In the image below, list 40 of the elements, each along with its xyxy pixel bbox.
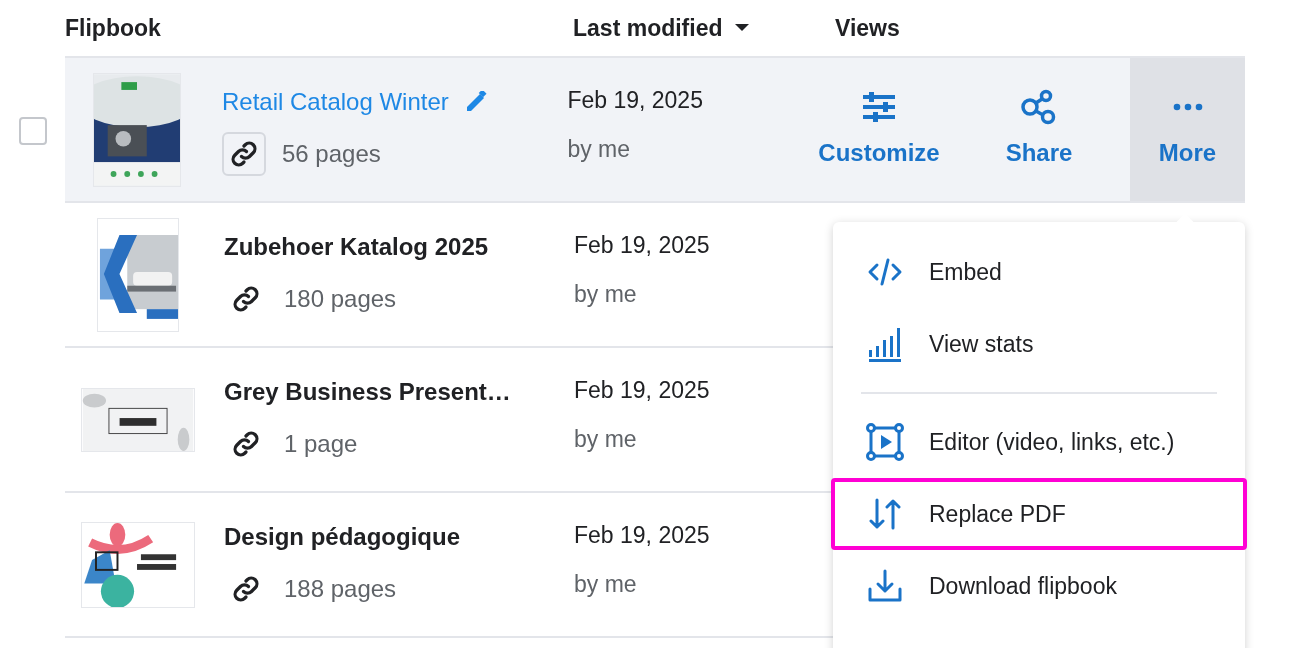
page-count: 188 pages [284,573,397,604]
owner-text: by me [574,279,638,309]
swap-arrows-icon [867,497,903,531]
video-frame-icon [866,423,904,461]
link-icon [231,573,261,604]
more-icon [1172,102,1203,111]
owner-text: by me [567,134,632,164]
sliders-icon [861,90,897,123]
modified-date: Feb 19, 2025 [574,521,711,550]
menu-item[interactable]: Replace PDF [831,478,1247,550]
menu-item[interactable]: Download flipbook [831,550,1247,622]
modified-date: Feb 19, 2025 [567,86,704,115]
link-icon [231,283,261,314]
flipbook-title: Grey Business Present… [224,376,511,407]
column-header: Flipbook [65,13,161,43]
sort-caret-icon [734,24,749,32]
column-header: Views [835,13,900,43]
page-count: 56 pages [282,138,381,169]
menu-item[interactable]: Embed [831,236,1247,308]
share-button[interactable]: Share [948,58,1130,201]
row-checkbox[interactable] [18,116,47,145]
share-icon [1020,88,1058,125]
pencil-icon[interactable] [464,90,487,113]
download-icon [867,569,903,603]
page-count: 180 pages [284,283,397,314]
modified-date: Feb 19, 2025 [574,376,711,405]
bar-chart-icon [867,326,903,362]
code-icon [867,257,903,287]
flipbook-title: Design pédagogique [224,521,460,552]
owner-text: by me [574,424,638,454]
table-row[interactable]: Retail Catalog Winter 56 pages Feb 19, 2025 by me Customize Share More [65,58,1245,203]
customize-button[interactable]: Customize [810,58,948,201]
flipbook-title: Zubehoer Katalog 2025 [224,231,489,262]
owner-text: by me [574,569,638,599]
modified-date: Feb 19, 2025 [574,231,711,260]
column-header[interactable]: Last modified [573,10,749,46]
page-count: 1 page [284,428,358,459]
more-button[interactable]: More [1130,58,1245,201]
link-icon [231,428,261,459]
menu-item[interactable]: Editor (video, links, etc.) [831,406,1247,478]
